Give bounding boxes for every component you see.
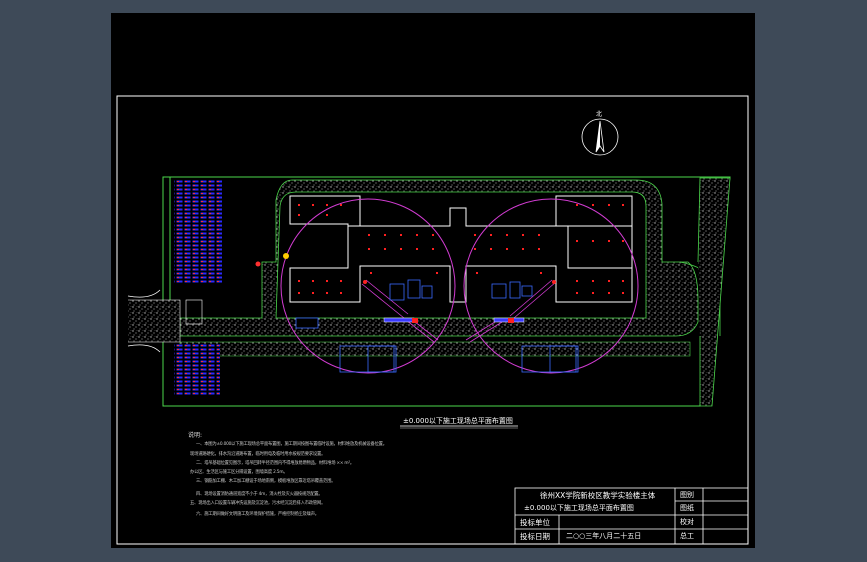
- bid-date-label: 投标日期: [520, 532, 550, 541]
- project-name: 徐州XX学院新校区教学实验楼主体: [540, 491, 656, 500]
- note-line: 一、本图为±0.000以下施工现场总平面布置图，施工期间按图布置临时设施，材料堆…: [196, 442, 387, 447]
- site-plan-drawing: [116, 95, 749, 545]
- title-block-label: 校对: [680, 518, 694, 526]
- note-line: 四、现场设置消防通道宽度不小于 4m，消火栓及灭火器按规范配置。: [196, 492, 323, 497]
- drawing-title: ±0.000以下施工现场总平面布置图: [403, 417, 513, 425]
- title-block-label: 总工: [680, 532, 694, 540]
- note-line: 三、钢筋加工棚、木工加工棚设于场地南侧，模板堆放区靠近塔吊覆盖范围。: [196, 479, 336, 484]
- bidder-label: 投标单位: [520, 518, 550, 527]
- note-line: 办公区、生活区与施工区分隔设置，围墙高度 2.5m。: [190, 470, 288, 475]
- north-arrow-icon: [581, 118, 619, 156]
- note-line: 现场道路硬化，排水沟沿道路布置，临时用电及临时用水按规范要求设置。: [190, 452, 326, 457]
- note-line: 二、塔吊基础位置见图示，塔吊回转半径范围内不得堆放易燃物品，材料堆场 ×× m²…: [196, 461, 355, 466]
- title-block-label: 图纸: [680, 504, 694, 512]
- building-outline: [289, 195, 633, 303]
- project-drawing-title: ±0.000以下施工现场总平面布置图: [524, 504, 634, 512]
- north-label: 北: [596, 111, 603, 118]
- title-block-label: 图别: [680, 491, 694, 499]
- bid-date-value: 二○○三年八月二十五日: [566, 532, 642, 540]
- site-boundary: [162, 176, 731, 407]
- note-line: 六、施工期间做好文明施工及环境保护措施，严格控制扬尘及噪声。: [196, 512, 319, 517]
- note-line: 五、现场出入口设置车辆冲洗设施及沉淀池，污水经沉淀后排入市政管网。: [190, 501, 326, 506]
- notes-heading: 说明:: [188, 432, 203, 439]
